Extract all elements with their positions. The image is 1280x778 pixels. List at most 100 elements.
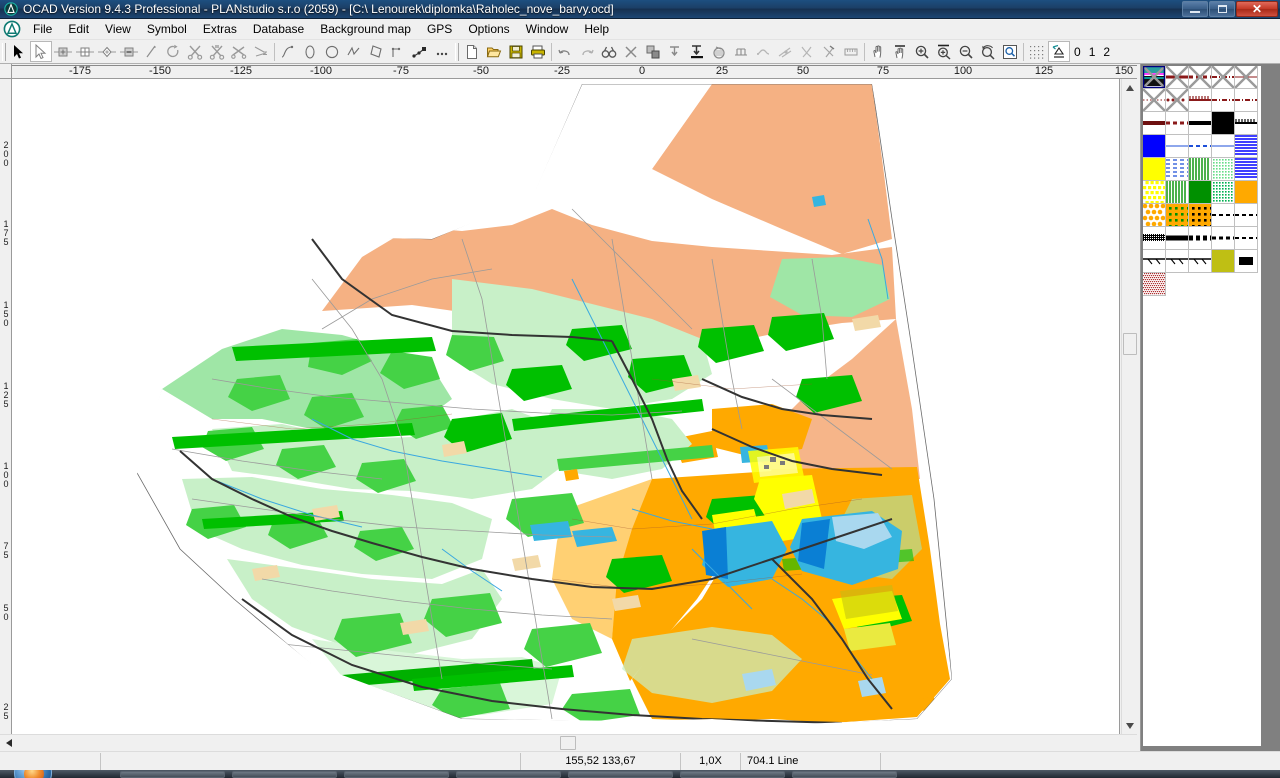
zoom-previous-button[interactable] <box>977 41 999 62</box>
sym-contour-special[interactable] <box>1143 66 1166 89</box>
send-to-bottom-button[interactable] <box>686 41 708 62</box>
sym-blue-fill[interactable] <box>1143 135 1166 158</box>
find-button[interactable] <box>598 41 620 62</box>
vertical-ruler[interactable]: 200 175 150 125 100 75 50 25 <box>0 79 12 734</box>
sym-dashdot-red-2[interactable] <box>1235 89 1258 112</box>
more-tools-button[interactable] <box>431 41 453 62</box>
orienteering-map[interactable] <box>12 79 1120 734</box>
numeric-input-tool[interactable] <box>409 41 431 62</box>
map-canvas[interactable] <box>12 79 1120 734</box>
show-grid-button[interactable] <box>1026 41 1048 62</box>
hide-template-button[interactable] <box>1048 41 1070 62</box>
maximize-button[interactable] <box>1209 1 1235 17</box>
menu-symbol[interactable]: Symbol <box>139 20 195 38</box>
sym-black-dash-thin[interactable] <box>1235 227 1258 250</box>
edit-point-tool[interactable] <box>30 41 52 62</box>
zoom-level-0[interactable]: 0 <box>1070 45 1085 59</box>
taskbar-item-7[interactable] <box>792 771 897 778</box>
add-dash-point-tool[interactable] <box>96 41 118 62</box>
sym-road-major[interactable] <box>1166 66 1189 89</box>
menu-window[interactable]: Window <box>518 20 577 38</box>
redo-button[interactable] <box>576 41 598 62</box>
print-button[interactable] <box>527 41 549 62</box>
sym-black-dashbar[interactable] <box>1189 227 1212 250</box>
pan-previous-button[interactable] <box>889 41 911 62</box>
scroll-down-arrow[interactable] <box>1122 717 1138 734</box>
sym-dashed-red[interactable] <box>1166 112 1189 135</box>
rectangle-tool[interactable] <box>365 41 387 62</box>
cut-out-button[interactable] <box>818 41 840 62</box>
menu-view[interactable]: View <box>97 20 139 38</box>
sym-road-dotdash[interactable] <box>1212 66 1235 89</box>
sym-road-thin[interactable] <box>1235 66 1258 89</box>
menu-options[interactable]: Options <box>460 20 517 38</box>
rotate-object-tool[interactable] <box>162 41 184 62</box>
smooth-button[interactable] <box>752 41 774 62</box>
taskbar-item-6[interactable] <box>680 771 785 778</box>
taskbar-item-4[interactable] <box>456 771 561 778</box>
symbol-panel-scrollbar[interactable] <box>1261 64 1279 752</box>
cut-area-tool[interactable] <box>228 41 250 62</box>
sym-checker-dark[interactable] <box>1143 227 1166 250</box>
scroll-vertical-thumb[interactable] <box>1123 333 1137 355</box>
taskbar-item-3[interactable] <box>344 771 449 778</box>
undo-button[interactable] <box>554 41 576 62</box>
sym-green-vlines-2[interactable] <box>1166 181 1189 204</box>
zoom-all-button[interactable] <box>999 41 1021 62</box>
ellipse-tool[interactable] <box>299 41 321 62</box>
sym-railway[interactable] <box>1189 89 1212 112</box>
sym-yellow-check[interactable] <box>1143 181 1166 204</box>
sym-blue-dashrows[interactable] <box>1166 158 1189 181</box>
ruler-measure-button[interactable] <box>840 41 862 62</box>
sym-orange-black-dots[interactable] <box>1189 204 1212 227</box>
polyline-tool[interactable] <box>387 41 409 62</box>
windows-taskbar[interactable] <box>0 770 1280 778</box>
menu-extras[interactable]: Extras <box>195 20 245 38</box>
sym-pink-checker[interactable] <box>1143 273 1166 296</box>
sym-black-fill[interactable] <box>1212 112 1235 135</box>
sym-road-dashline[interactable] <box>1189 66 1212 89</box>
add-corner-point-tool[interactable] <box>52 41 74 62</box>
sym-dotted-fine[interactable] <box>1143 89 1166 112</box>
select-object-tool[interactable] <box>8 41 30 62</box>
sym-orange-fill[interactable] <box>1235 181 1258 204</box>
rotate-tool[interactable] <box>140 41 162 62</box>
symbol-grid[interactable] <box>1143 66 1258 296</box>
sym-black-bar[interactable] <box>1166 227 1189 250</box>
menu-database[interactable]: Database <box>245 20 312 38</box>
sym-black-square[interactable] <box>1235 250 1258 273</box>
menu-gps[interactable]: GPS <box>419 20 460 38</box>
parallel-button[interactable] <box>774 41 796 62</box>
sym-orange-green-dots[interactable] <box>1166 204 1189 227</box>
save-file-button[interactable] <box>505 41 527 62</box>
cut-hole-tool[interactable] <box>206 41 228 62</box>
toolbar-grip[interactable] <box>2 42 6 61</box>
sym-green-dotfill[interactable] <box>1212 181 1235 204</box>
circle-tool[interactable] <box>321 41 343 62</box>
horizontal-ruler[interactable]: -175 -150 -125 -100 -75 -50 -25 0 25 50 … <box>12 64 1137 79</box>
map-horizontal-scrollbar[interactable] <box>0 734 1137 751</box>
taskbar-item-5[interactable] <box>568 771 673 778</box>
send-to-back-button[interactable] <box>664 41 686 62</box>
sym-black-line[interactable] <box>1189 112 1212 135</box>
sym-yellow-fill[interactable] <box>1143 158 1166 181</box>
taskbar-item-2[interactable] <box>232 771 337 778</box>
sym-road-thick-red[interactable] <box>1143 112 1166 135</box>
menu-file[interactable]: File <box>25 20 60 38</box>
open-file-button[interactable] <box>483 41 505 62</box>
sym-green-fill[interactable] <box>1189 181 1212 204</box>
sym-dashed-black-2[interactable] <box>1235 204 1258 227</box>
sym-blue-hatch[interactable] <box>1235 135 1258 158</box>
sym-olive-fill[interactable] <box>1212 250 1235 273</box>
sym-cliff-tick-2[interactable] <box>1166 250 1189 273</box>
bring-to-front-button[interactable] <box>642 41 664 62</box>
new-file-button[interactable] <box>461 41 483 62</box>
sym-cliff-tick[interactable] <box>1143 250 1166 273</box>
minimize-button[interactable] <box>1182 1 1208 17</box>
sym-cliff-tick-3[interactable] <box>1189 250 1212 273</box>
menu-background-map[interactable]: Background map <box>312 20 419 38</box>
zoom-level-2[interactable]: 2 <box>1099 45 1114 59</box>
sym-green-vlines[interactable] <box>1189 158 1212 181</box>
zoom-in-button[interactable] <box>911 41 933 62</box>
add-normal-point-tool[interactable] <box>74 41 96 62</box>
